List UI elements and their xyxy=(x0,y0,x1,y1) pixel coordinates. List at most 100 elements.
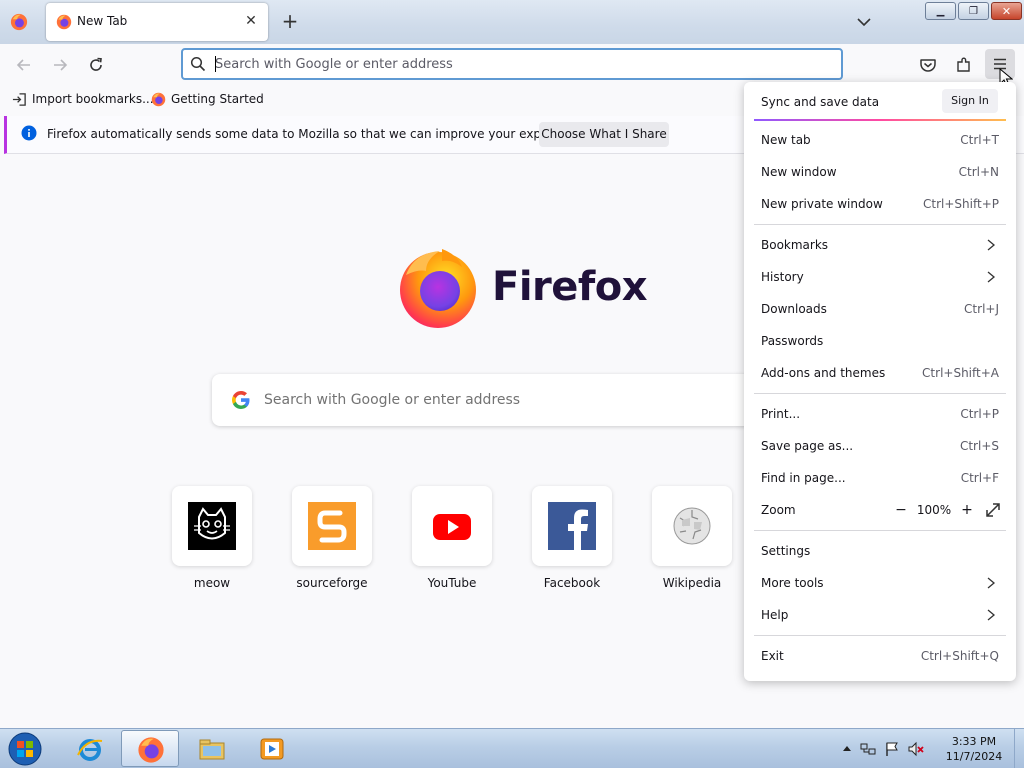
menu-item-new-window[interactable]: New window Ctrl+N xyxy=(744,156,1016,188)
shortcut-label: sourceforge xyxy=(296,576,368,590)
taskbar-internet-explorer[interactable] xyxy=(61,730,119,767)
notification-text: Firefox automatically sends some data to… xyxy=(47,127,590,141)
menu-item-downloads[interactable]: Downloads Ctrl+J xyxy=(744,293,1016,325)
application-menu-panel: Sync and save data Sign In New tab Ctrl+… xyxy=(744,82,1016,681)
taskbar-file-explorer[interactable] xyxy=(183,730,241,767)
address-bar[interactable] xyxy=(181,48,843,80)
bookmark-label: Import bookmarks... xyxy=(32,92,154,106)
start-button-windows-icon[interactable] xyxy=(2,730,48,768)
menu-item-new-private-window[interactable]: New private window Ctrl+Shift+P xyxy=(744,188,1016,220)
menu-item-shortcut: Ctrl+S xyxy=(959,439,999,453)
menu-item-more-tools[interactable]: More tools xyxy=(744,567,1016,599)
firefox-logo-icon xyxy=(400,249,476,328)
menu-item-label: Downloads xyxy=(761,302,827,316)
shortcut-facebook[interactable]: Facebook xyxy=(531,486,613,596)
menu-item-settings[interactable]: Settings xyxy=(744,535,1016,567)
show-desktop-button[interactable] xyxy=(1014,729,1024,768)
zoom-reset-button[interactable]: 100% xyxy=(912,503,956,517)
bookmark-getting-started[interactable]: Getting Started xyxy=(151,91,264,107)
menu-item-passwords[interactable]: Passwords xyxy=(744,325,1016,357)
info-icon xyxy=(21,125,37,141)
menu-item-bookmarks[interactable]: Bookmarks xyxy=(744,229,1016,261)
youtube-icon xyxy=(433,514,471,540)
title-bar: New Tab ✕ + ▁ ❐ ✕ xyxy=(0,0,1024,44)
shortcut-label: Facebook xyxy=(543,576,601,590)
wikipedia-icon xyxy=(673,507,711,545)
page-search-input[interactable] xyxy=(264,388,784,412)
menu-item-shortcut: Ctrl+J xyxy=(964,302,999,316)
shortcut-label: YouTube xyxy=(427,576,477,590)
network-icon[interactable] xyxy=(860,741,876,757)
menu-item-find-in-page[interactable]: Find in page... Ctrl+F xyxy=(744,462,1016,494)
shortcut-tile xyxy=(532,486,612,566)
chevron-right-icon xyxy=(987,239,996,251)
shortcut-tile xyxy=(172,486,252,566)
zoom-out-button[interactable]: − xyxy=(890,499,912,521)
minimize-button[interactable]: ▁ xyxy=(925,2,956,20)
clock-date: 11/7/2024 xyxy=(945,750,1003,763)
shortcut-wikipedia[interactable]: Wikipedia xyxy=(651,486,733,596)
clock-time: 3:33 PM xyxy=(951,735,997,748)
taskbar-firefox[interactable] xyxy=(121,730,179,767)
menu-item-print[interactable]: Print... Ctrl+P xyxy=(744,398,1016,430)
show-hidden-icons-arrow-icon[interactable] xyxy=(842,741,852,757)
open-application-menu-button[interactable] xyxy=(985,49,1015,88)
menu-item-help[interactable]: Help xyxy=(744,599,1016,631)
pocket-icon[interactable] xyxy=(918,55,938,75)
menu-item-shortcut: Ctrl+N xyxy=(958,165,999,179)
new-tab-button[interactable]: + xyxy=(280,11,300,31)
menu-item-new-tab[interactable]: New tab Ctrl+T xyxy=(744,124,1016,156)
search-icon xyxy=(190,56,206,72)
sign-in-button[interactable]: Sign In xyxy=(942,89,998,113)
menu-item-history[interactable]: History xyxy=(744,261,1016,293)
google-icon xyxy=(232,391,250,409)
menu-item-label: Bookmarks xyxy=(761,238,829,252)
firefox-tab-icon xyxy=(56,14,72,30)
tab-title: New Tab xyxy=(77,14,128,28)
address-input[interactable] xyxy=(215,53,815,75)
extensions-puzzle-icon[interactable] xyxy=(954,55,974,75)
shortcut-label: meow xyxy=(193,576,231,590)
import-icon xyxy=(12,92,26,106)
tab-new-tab[interactable]: New Tab ✕ xyxy=(46,3,268,41)
choose-what-i-share-button[interactable]: Choose What I Share xyxy=(539,122,669,147)
volume-muted-icon[interactable] xyxy=(908,741,924,757)
firefox-app-icon[interactable] xyxy=(10,13,28,31)
taskbar-media-player[interactable] xyxy=(243,730,301,767)
menu-item-label: Zoom xyxy=(761,503,796,517)
chevron-right-icon xyxy=(987,271,996,283)
shortcut-sourceforge[interactable]: sourceforge xyxy=(291,486,373,596)
windows-taskbar: 3:33 PM 11/7/2024 xyxy=(0,728,1024,768)
menu-separator xyxy=(754,635,1006,636)
zoom-in-button[interactable]: + xyxy=(956,499,978,521)
close-window-button[interactable]: ✕ xyxy=(991,2,1022,20)
firefox-icon xyxy=(151,92,166,106)
shortcut-youtube[interactable]: YouTube xyxy=(411,486,493,596)
firefox-icon xyxy=(138,737,164,763)
menu-item-label: Save page as... xyxy=(761,439,854,453)
shortcut-tile xyxy=(292,486,372,566)
menu-item-save-page-as[interactable]: Save page as... Ctrl+S xyxy=(744,430,1016,462)
forward-arrow-icon[interactable] xyxy=(50,55,70,75)
restore-button[interactable]: ❐ xyxy=(958,2,989,20)
list-all-tabs-chevron-icon[interactable] xyxy=(854,12,874,32)
system-tray xyxy=(842,737,924,761)
action-center-flag-icon[interactable] xyxy=(884,741,900,757)
menu-item-label: New private window xyxy=(761,197,883,211)
menu-item-addons-and-themes[interactable]: Add-ons and themes Ctrl+Shift+A xyxy=(744,357,1016,389)
sync-section: Sync and save data Sign In xyxy=(744,82,1016,120)
menu-item-exit[interactable]: Exit Ctrl+Shift+Q xyxy=(744,640,1016,672)
menu-item-label: Settings xyxy=(761,544,811,558)
page-search-box[interactable] xyxy=(212,374,812,426)
menu-item-shortcut: Ctrl+T xyxy=(960,133,999,147)
system-clock[interactable]: 3:33 PM 11/7/2024 xyxy=(944,734,1004,764)
shortcut-meow[interactable]: meow xyxy=(171,486,253,596)
back-arrow-icon[interactable] xyxy=(14,55,34,75)
fullscreen-expand-icon[interactable] xyxy=(982,499,1004,521)
reload-icon[interactable] xyxy=(86,55,106,75)
bookmark-import[interactable]: Import bookmarks... xyxy=(12,91,154,107)
close-tab-icon[interactable]: ✕ xyxy=(242,12,260,30)
meow-cat-icon xyxy=(188,502,236,550)
menu-item-label: Passwords xyxy=(761,334,824,348)
sync-label: Sync and save data xyxy=(761,95,880,109)
